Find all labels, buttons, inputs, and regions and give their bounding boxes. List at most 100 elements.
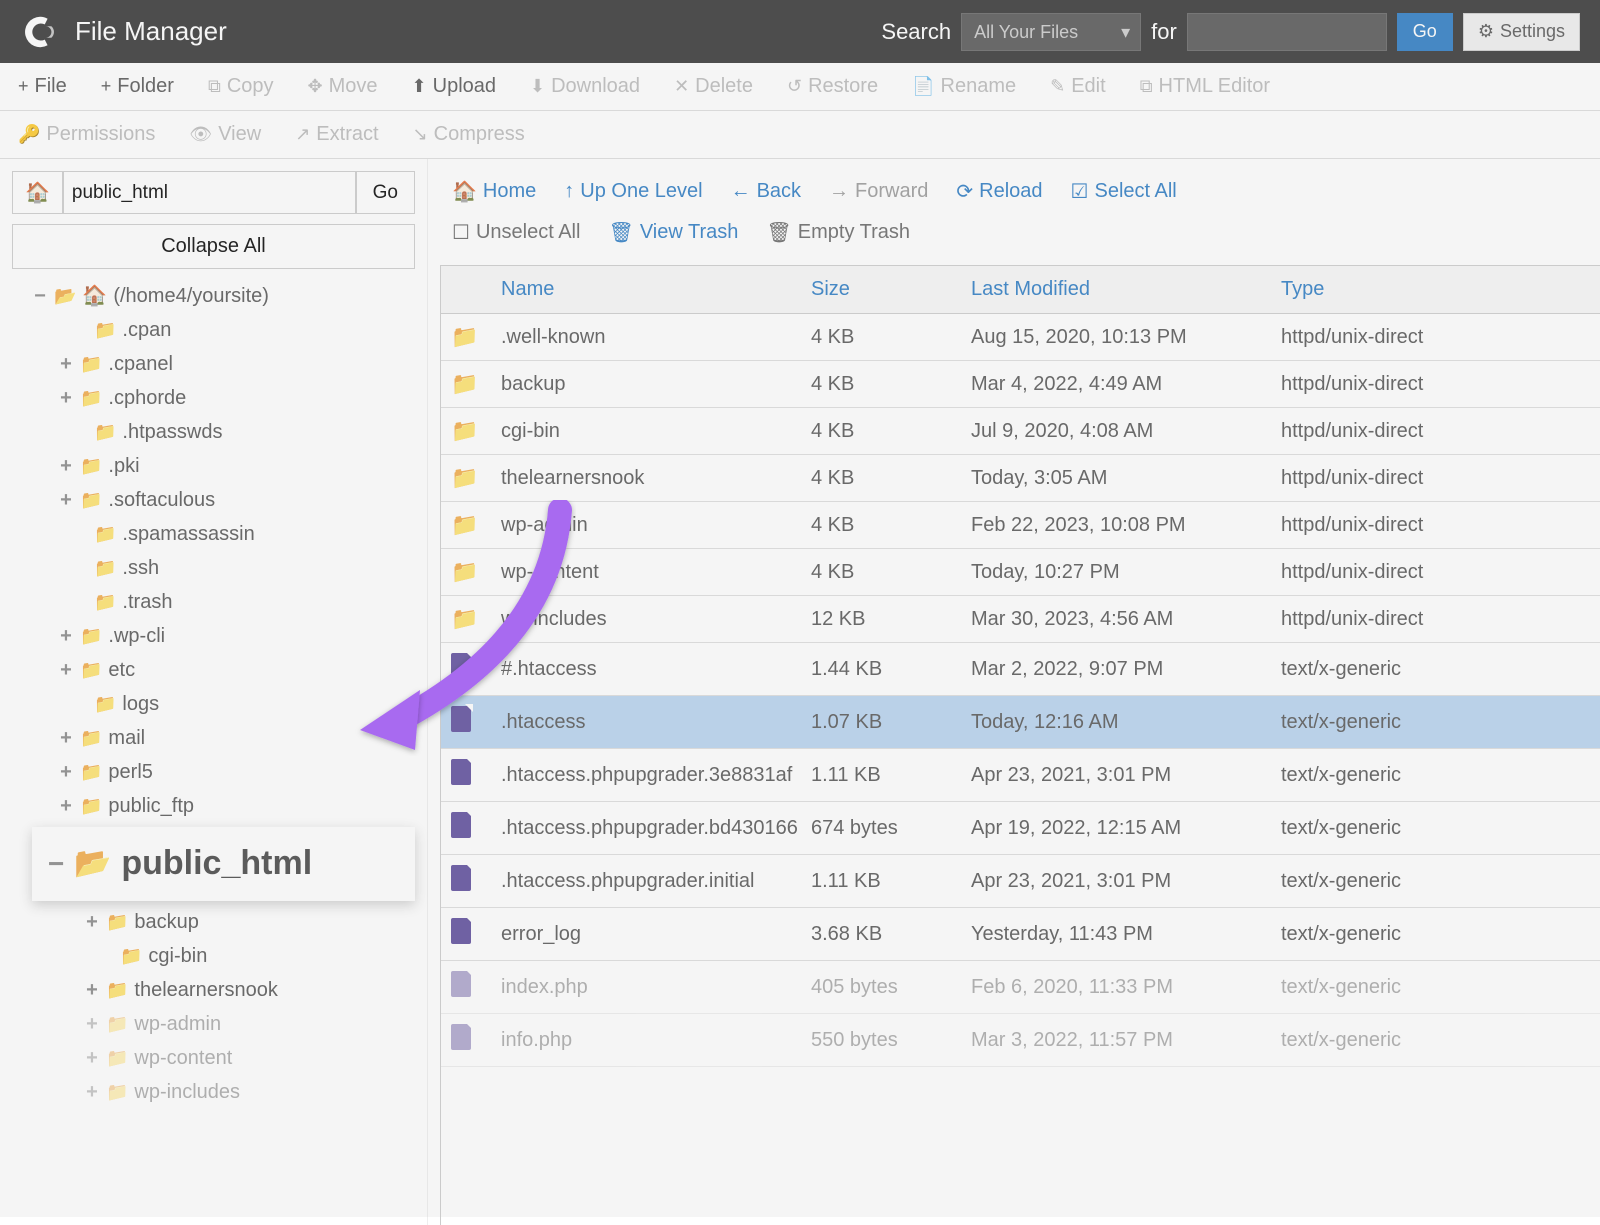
tree-toggle-icon[interactable]: +	[84, 1075, 100, 1109]
folder-icon: 📁	[120, 941, 142, 972]
table-row[interactable]: info.php550 bytesMar 3, 2022, 11:57 PMte…	[441, 1014, 1600, 1067]
table-row[interactable]: .htaccess.phpupgrader.initial1.11 KBApr …	[441, 855, 1600, 908]
tree-item[interactable]: +📁public_ftp	[12, 789, 415, 823]
tree-item[interactable]: 📁.spamassassin	[12, 517, 415, 551]
col-size[interactable]: Size	[801, 266, 961, 313]
table-row[interactable]: 📁wp-includes12 KBMar 30, 2023, 4:56 AMht…	[441, 596, 1600, 643]
table-row[interactable]: .htaccess.phpupgrader.bd430166674 bytesA…	[441, 802, 1600, 855]
toolbar-download-button[interactable]: ⬇Download	[524, 71, 646, 102]
toolbar-delete-button[interactable]: ✕Delete	[668, 71, 759, 102]
tree-public-html-highlighted[interactable]: − 📂 public_html	[32, 827, 415, 901]
toolbar-view-button[interactable]: 👁View	[183, 119, 267, 150]
tree-item[interactable]: +📁.cpanel	[12, 347, 415, 381]
tree-toggle-icon[interactable]: +	[58, 483, 74, 517]
toolbar-compress-button[interactable]: ↘Compress	[407, 119, 531, 150]
file-type: text/x-generic	[1271, 754, 1600, 797]
tree-item[interactable]: +📁wp-admin	[12, 1007, 415, 1041]
table-row[interactable]: 📁thelearnersnook4 KBToday, 3:05 AMhttpd/…	[441, 455, 1600, 502]
file-date: Apr 23, 2021, 3:01 PM	[961, 754, 1271, 797]
nav-back-button[interactable]: ←Back	[731, 179, 801, 204]
nav-forward-button[interactable]: →Forward	[829, 179, 928, 204]
tree-item[interactable]: 📁.htpasswds	[12, 415, 415, 449]
file-name: .htaccess.phpupgrader.bd430166	[491, 807, 801, 850]
toolbar-icon: ✕	[674, 76, 689, 97]
table-row[interactable]: 📁.well-known4 KBAug 15, 2020, 10:13 PMht…	[441, 314, 1600, 361]
toolbar-move-button[interactable]: ✥Move	[302, 71, 384, 102]
table-row[interactable]: error_log3.68 KBYesterday, 11:43 PMtext/…	[441, 908, 1600, 961]
col-type[interactable]: Type	[1271, 266, 1600, 313]
table-row[interactable]: .htaccess.phpupgrader.3e8831af1.11 KBApr…	[441, 749, 1600, 802]
toolbar-html-editor-button[interactable]: ⧉HTML Editor	[1134, 71, 1276, 102]
tree-item[interactable]: +📁.pki	[12, 449, 415, 483]
tree-item[interactable]: 📁.trash	[12, 585, 415, 619]
tree-item[interactable]: +📁perl5	[12, 755, 415, 789]
tree-toggle-icon[interactable]: +	[84, 1007, 100, 1041]
tree-toggle-icon[interactable]: +	[58, 755, 74, 789]
file-size: 4 KB	[801, 410, 961, 453]
tree-toggle-icon[interactable]: +	[58, 619, 74, 653]
tree-item[interactable]: +📁etc	[12, 653, 415, 687]
folder-open-icon: 📂	[54, 281, 76, 312]
tree-item[interactable]: +📁.wp-cli	[12, 619, 415, 653]
tree-item[interactable]: 📁cgi-bin	[12, 939, 415, 973]
toolbar-folder-button[interactable]: +Folder	[95, 71, 180, 102]
home-path-button[interactable]: 🏠	[12, 171, 63, 214]
col-modified[interactable]: Last Modified	[961, 266, 1271, 313]
toolbar-permissions-button[interactable]: 🔑Permissions	[12, 119, 161, 150]
nav-unselect-all-button[interactable]: ☐Unselect All	[452, 220, 580, 245]
tree-toggle-icon[interactable]: +	[58, 381, 74, 415]
col-name[interactable]: Name	[491, 266, 801, 313]
search-scope-select[interactable]: All Your Files	[961, 13, 1141, 51]
toolbar-copy-button[interactable]: ⧉Copy	[202, 71, 280, 102]
tree-item[interactable]: +📁.cphorde	[12, 381, 415, 415]
table-row[interactable]: index.php405 bytesFeb 6, 2020, 11:33 PMt…	[441, 961, 1600, 1014]
tree-toggle-icon[interactable]: +	[84, 973, 100, 1007]
tree-item[interactable]: +📁.softaculous	[12, 483, 415, 517]
table-row[interactable]: .htaccess1.07 KBToday, 12:16 AMtext/x-ge…	[441, 696, 1600, 749]
tree-toggle-icon[interactable]: +	[58, 449, 74, 483]
tree-item[interactable]: +📁mail	[12, 721, 415, 755]
tree-item[interactable]: 📁.cpan	[12, 313, 415, 347]
nav-up-button[interactable]: ↑Up One Level	[564, 179, 702, 204]
tree-toggle-icon[interactable]: +	[58, 347, 74, 381]
tree-root[interactable]: − 📂 🏠 (/home4/yoursite)	[12, 279, 415, 313]
arrow-right-icon: →	[829, 180, 849, 203]
path-row: 🏠 Go	[12, 171, 415, 214]
nav-select-all-button[interactable]: ☑Select All	[1071, 179, 1177, 204]
table-row[interactable]: #.htaccess1.44 KBMar 2, 2022, 9:07 PMtex…	[441, 643, 1600, 696]
tree-toggle-minus-icon[interactable]: −	[32, 279, 48, 313]
toolbar-extract-button[interactable]: ↗Extract	[289, 119, 384, 150]
tree-item[interactable]: +📁wp-includes	[12, 1075, 415, 1109]
path-input[interactable]	[63, 171, 356, 214]
tree-toggle-icon[interactable]: +	[58, 653, 74, 687]
table-row[interactable]: 📁backup4 KBMar 4, 2022, 4:49 AMhttpd/uni…	[441, 361, 1600, 408]
nav-home-button[interactable]: 🏠Home	[452, 179, 536, 204]
tree-item[interactable]: +📁thelearnersnook	[12, 973, 415, 1007]
path-go-button[interactable]: Go	[356, 171, 415, 214]
nav-view-trash-button[interactable]: 🗑View Trash	[608, 220, 738, 245]
toolbar-rename-button[interactable]: 📄Rename	[906, 71, 1022, 102]
nav-reload-button[interactable]: ⟳Reload	[956, 179, 1042, 204]
tree-item[interactable]: 📁.ssh	[12, 551, 415, 585]
tree-toggle-minus-icon[interactable]: −	[48, 840, 64, 888]
tree-toggle-icon[interactable]: +	[58, 789, 74, 823]
tree-toggle-icon[interactable]: +	[58, 721, 74, 755]
tree-toggle-icon[interactable]: +	[84, 1041, 100, 1075]
search-input[interactable]	[1187, 13, 1387, 51]
file-type: text/x-generic	[1271, 807, 1600, 850]
tree-item[interactable]: +📁backup	[12, 905, 415, 939]
table-row[interactable]: 📁cgi-bin4 KBJul 9, 2020, 4:08 AMhttpd/un…	[441, 408, 1600, 455]
toolbar-upload-button[interactable]: ⬆Upload	[406, 71, 502, 102]
toolbar-file-button[interactable]: +File	[12, 71, 73, 102]
tree-toggle-icon[interactable]: +	[84, 905, 100, 939]
toolbar-restore-button[interactable]: ↺Restore	[781, 71, 884, 102]
collapse-all-button[interactable]: Collapse All	[12, 224, 415, 269]
tree-item[interactable]: 📁logs	[12, 687, 415, 721]
toolbar-edit-button[interactable]: ✎Edit	[1044, 71, 1112, 102]
nav-empty-trash-button[interactable]: 🗑Empty Trash	[766, 220, 910, 245]
search-go-button[interactable]: Go	[1397, 13, 1453, 51]
table-row[interactable]: 📁wp-admin4 KBFeb 22, 2023, 10:08 PMhttpd…	[441, 502, 1600, 549]
table-row[interactable]: 📁wp-content4 KBToday, 10:27 PMhttpd/unix…	[441, 549, 1600, 596]
settings-button[interactable]: ⚙Settings	[1463, 13, 1580, 51]
tree-item[interactable]: +📁wp-content	[12, 1041, 415, 1075]
